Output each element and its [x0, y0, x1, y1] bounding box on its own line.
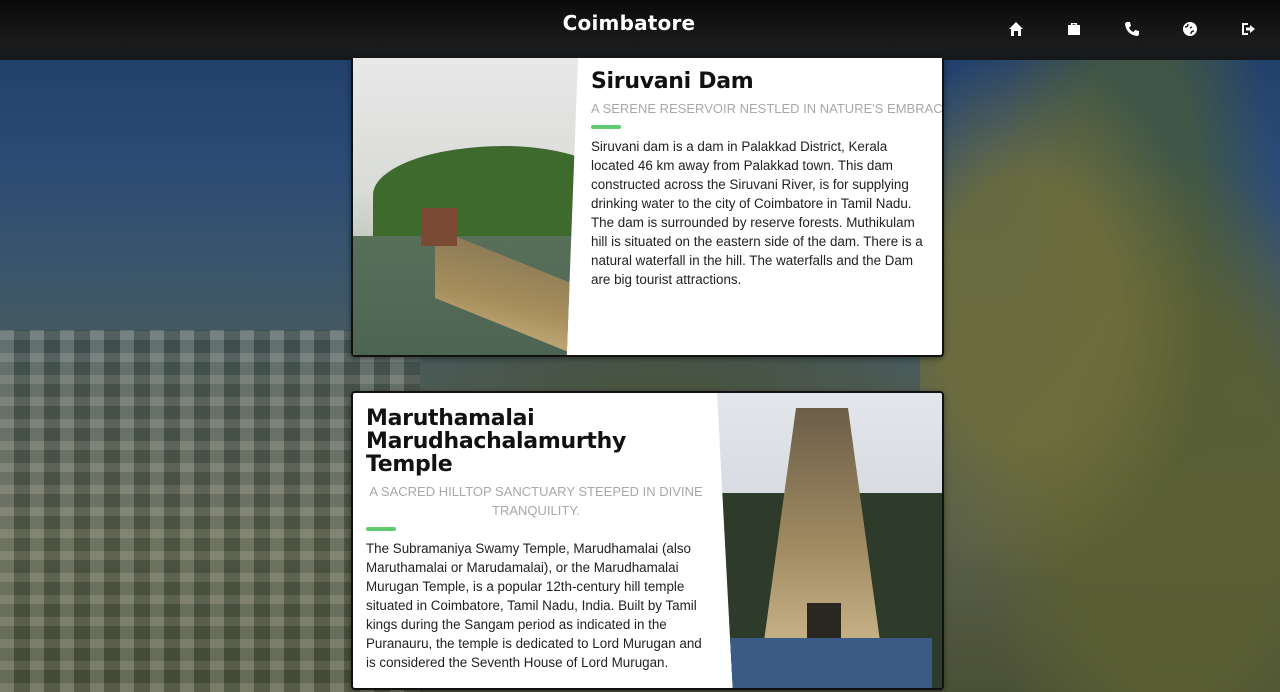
card-subtitle: A SERENE RESERVOIR NESTLED IN NATURE'S E…	[591, 101, 944, 116]
card-subtitle: A SACRED HILLTOP SANCTUARY STEEPED IN DI…	[369, 484, 703, 518]
top-navbar: Coimbatore	[0, 0, 1280, 60]
home-button[interactable]	[1006, 19, 1026, 39]
card-title: Maruthamalai Marudhachalamurthy Temple	[366, 406, 626, 477]
card-description: The Subramaniya Swamy Temple, Marudhamal…	[366, 541, 702, 670]
siruvani-dam-text: Siruvani Dam A SERENE RESERVOIR NESTLED …	[591, 58, 944, 355]
globe-button[interactable]	[1180, 19, 1200, 39]
temple-photo-gate	[807, 603, 841, 643]
background-trees-right	[920, 60, 1280, 692]
maruthamalai-temple-card: Maruthamalai Marudhachalamurthy Temple A…	[351, 391, 944, 690]
maruthamalai-temple-photo	[717, 393, 942, 688]
home-icon	[1009, 22, 1023, 36]
logout-button[interactable]	[1238, 19, 1258, 39]
nav-icons	[1006, 19, 1258, 39]
briefcase-icon	[1068, 23, 1080, 35]
logout-icon	[1242, 23, 1255, 35]
dam-photo-tower	[421, 208, 457, 246]
card-title: Siruvani Dam	[591, 69, 754, 94]
globe-icon	[1183, 22, 1197, 36]
phone-button[interactable]	[1122, 19, 1142, 39]
accent-divider	[591, 125, 621, 129]
accent-divider	[366, 527, 396, 531]
phone-icon	[1125, 22, 1139, 36]
briefcase-button[interactable]	[1064, 19, 1084, 39]
siruvani-dam-photo	[353, 58, 578, 355]
maruthamalai-temple-text: Maruthamalai Marudhachalamurthy Temple A…	[366, 393, 706, 688]
siruvani-dam-card: Siruvani Dam A SERENE RESERVOIR NESTLED …	[351, 58, 944, 357]
temple-photo-base	[727, 638, 932, 688]
card-description: Siruvani dam is a dam in Palakkad Distri…	[591, 139, 923, 287]
